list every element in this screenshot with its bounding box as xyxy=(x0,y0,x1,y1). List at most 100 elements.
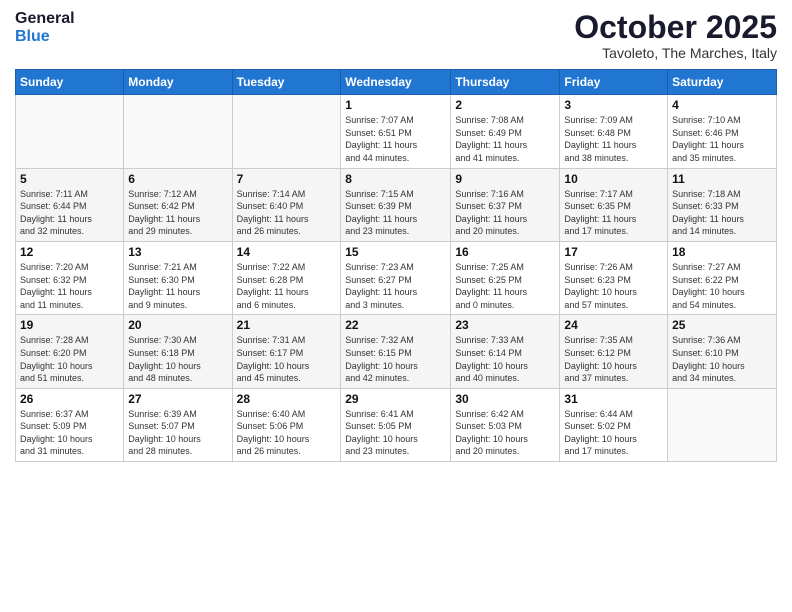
day-number: 14 xyxy=(237,245,337,259)
calendar-cell: 1Sunrise: 7:07 AMSunset: 6:51 PMDaylight… xyxy=(341,95,451,168)
day-info: Sunrise: 7:21 AMSunset: 6:30 PMDaylight:… xyxy=(128,261,227,311)
day-header-thursday: Thursday xyxy=(451,70,560,95)
day-number: 16 xyxy=(455,245,555,259)
day-info: Sunrise: 7:12 AMSunset: 6:42 PMDaylight:… xyxy=(128,188,227,238)
day-info: Sunrise: 7:08 AMSunset: 6:49 PMDaylight:… xyxy=(455,114,555,164)
calendar-cell: 4 Sunrise: 7:10 AMSunset: 6:46 PMDaylight… xyxy=(668,95,777,168)
day-info: Sunrise: 7:14 AMSunset: 6:40 PMDaylight:… xyxy=(237,188,337,238)
day-info: Sunrise: 7:28 AMSunset: 6:20 PMDaylight:… xyxy=(20,334,119,384)
day-info: Sunrise: 7:26 AMSunset: 6:23 PMDaylight:… xyxy=(564,261,663,311)
day-number: 17 xyxy=(564,245,663,259)
calendar-week-row: 5 Sunrise: 7:11 AMSunset: 6:44 PMDaylight… xyxy=(16,168,777,241)
calendar-cell xyxy=(668,388,777,461)
day-number: 13 xyxy=(128,245,227,259)
day-info: Sunrise: 7:20 AMSunset: 6:32 PMDaylight:… xyxy=(20,261,119,311)
day-number: 28 xyxy=(237,392,337,406)
logo: General Blue xyxy=(15,10,75,47)
day-info: Sunrise: 7:27 AMSunset: 6:22 PMDaylight:… xyxy=(672,261,772,311)
day-number: 10 xyxy=(564,172,663,186)
day-number: 6 xyxy=(128,172,227,186)
calendar-cell: 18Sunrise: 7:27 AMSunset: 6:22 PMDayligh… xyxy=(668,241,777,314)
calendar-cell: 22 Sunrise: 7:32 AMSunset: 6:15 PMDayligh… xyxy=(341,315,451,388)
day-number: 3 xyxy=(564,98,663,112)
day-number: 4 xyxy=(672,98,772,112)
day-number: 2 xyxy=(455,98,555,112)
day-info: Sunrise: 6:42 AMSunset: 5:03 PMDaylight:… xyxy=(455,408,555,458)
day-number: 31 xyxy=(564,392,663,406)
day-info: Sunrise: 7:23 AMSunset: 6:27 PMDaylight:… xyxy=(345,261,446,311)
calendar-cell xyxy=(16,95,124,168)
day-number: 23 xyxy=(455,318,555,332)
calendar-week-row: 26Sunrise: 6:37 AMSunset: 5:09 PMDayligh… xyxy=(16,388,777,461)
calendar-cell: 30Sunrise: 6:42 AMSunset: 5:03 PMDayligh… xyxy=(451,388,560,461)
day-header-sunday: Sunday xyxy=(16,70,124,95)
calendar-cell: 11Sunrise: 7:18 AMSunset: 6:33 PMDayligh… xyxy=(668,168,777,241)
calendar-week-row: 1Sunrise: 7:07 AMSunset: 6:51 PMDaylight… xyxy=(16,95,777,168)
calendar-cell xyxy=(232,95,341,168)
calendar-cell: 19 Sunrise: 7:28 AMSunset: 6:20 PMDayligh… xyxy=(16,315,124,388)
day-number: 9 xyxy=(455,172,555,186)
day-info: Sunrise: 6:40 AMSunset: 5:06 PMDaylight:… xyxy=(237,408,337,458)
calendar-cell: 31 Sunrise: 6:44 AMSunset: 5:02 PMDayligh… xyxy=(560,388,668,461)
day-number: 8 xyxy=(345,172,446,186)
header: General Blue October 2025 Tavoleto, The … xyxy=(15,10,777,61)
day-number: 21 xyxy=(237,318,337,332)
calendar-cell: 21Sunrise: 7:31 AMSunset: 6:17 PMDayligh… xyxy=(232,315,341,388)
day-info: Sunrise: 6:41 AMSunset: 5:05 PMDaylight:… xyxy=(345,408,446,458)
day-info: Sunrise: 7:30 AMSunset: 6:18 PMDaylight:… xyxy=(128,334,227,384)
day-info: Sunrise: 7:17 AMSunset: 6:35 PMDaylight:… xyxy=(564,188,663,238)
title-block: October 2025 Tavoleto, The Marches, Ital… xyxy=(574,10,777,61)
day-number: 22 xyxy=(345,318,446,332)
calendar-cell: 25Sunrise: 7:36 AMSunset: 6:10 PMDayligh… xyxy=(668,315,777,388)
day-info: Sunrise: 7:07 AMSunset: 6:51 PMDaylight:… xyxy=(345,114,446,164)
day-info: Sunrise: 7:15 AMSunset: 6:39 PMDaylight:… xyxy=(345,188,446,238)
calendar: SundayMondayTuesdayWednesdayThursdayFrid… xyxy=(15,69,777,462)
calendar-cell: 26Sunrise: 6:37 AMSunset: 5:09 PMDayligh… xyxy=(16,388,124,461)
calendar-cell: 17 Sunrise: 7:26 AMSunset: 6:23 PMDayligh… xyxy=(560,241,668,314)
day-info: Sunrise: 6:39 AMSunset: 5:07 PMDaylight:… xyxy=(128,408,227,458)
calendar-cell: 24 Sunrise: 7:35 AMSunset: 6:12 PMDayligh… xyxy=(560,315,668,388)
day-number: 11 xyxy=(672,172,772,186)
day-number: 29 xyxy=(345,392,446,406)
day-info: Sunrise: 7:22 AMSunset: 6:28 PMDaylight:… xyxy=(237,261,337,311)
month-title: October 2025 xyxy=(574,10,777,45)
calendar-cell: 2 Sunrise: 7:08 AMSunset: 6:49 PMDaylight… xyxy=(451,95,560,168)
day-number: 24 xyxy=(564,318,663,332)
calendar-cell: 3 Sunrise: 7:09 AMSunset: 6:48 PMDaylight… xyxy=(560,95,668,168)
day-info: Sunrise: 7:09 AMSunset: 6:48 PMDaylight:… xyxy=(564,114,663,164)
day-number: 15 xyxy=(345,245,446,259)
calendar-cell: 20 Sunrise: 7:30 AMSunset: 6:18 PMDayligh… xyxy=(124,315,232,388)
calendar-week-row: 12 Sunrise: 7:20 AMSunset: 6:32 PMDayligh… xyxy=(16,241,777,314)
day-info: Sunrise: 7:35 AMSunset: 6:12 PMDaylight:… xyxy=(564,334,663,384)
calendar-week-row: 19 Sunrise: 7:28 AMSunset: 6:20 PMDayligh… xyxy=(16,315,777,388)
calendar-cell: 15 Sunrise: 7:23 AMSunset: 6:27 PMDayligh… xyxy=(341,241,451,314)
calendar-cell: 16 Sunrise: 7:25 AMSunset: 6:25 PMDayligh… xyxy=(451,241,560,314)
day-header-monday: Monday xyxy=(124,70,232,95)
day-info: Sunrise: 7:16 AMSunset: 6:37 PMDaylight:… xyxy=(455,188,555,238)
day-header-friday: Friday xyxy=(560,70,668,95)
calendar-cell: 14 Sunrise: 7:22 AMSunset: 6:28 PMDayligh… xyxy=(232,241,341,314)
calendar-cell: 7Sunrise: 7:14 AMSunset: 6:40 PMDaylight… xyxy=(232,168,341,241)
calendar-cell: 29 Sunrise: 6:41 AMSunset: 5:05 PMDayligh… xyxy=(341,388,451,461)
day-header-saturday: Saturday xyxy=(668,70,777,95)
calendar-header-row: SundayMondayTuesdayWednesdayThursdayFrid… xyxy=(16,70,777,95)
calendar-cell: 5 Sunrise: 7:11 AMSunset: 6:44 PMDaylight… xyxy=(16,168,124,241)
day-info: Sunrise: 6:37 AMSunset: 5:09 PMDaylight:… xyxy=(20,408,119,458)
calendar-cell: 12 Sunrise: 7:20 AMSunset: 6:32 PMDayligh… xyxy=(16,241,124,314)
day-info: Sunrise: 7:25 AMSunset: 6:25 PMDaylight:… xyxy=(455,261,555,311)
calendar-cell: 23Sunrise: 7:33 AMSunset: 6:14 PMDayligh… xyxy=(451,315,560,388)
day-info: Sunrise: 7:10 AMSunset: 6:46 PMDaylight:… xyxy=(672,114,772,164)
day-info: Sunrise: 7:32 AMSunset: 6:15 PMDaylight:… xyxy=(345,334,446,384)
calendar-cell: 28 Sunrise: 6:40 AMSunset: 5:06 PMDayligh… xyxy=(232,388,341,461)
calendar-cell: 6 Sunrise: 7:12 AMSunset: 6:42 PMDaylight… xyxy=(124,168,232,241)
logo-name-text: General Blue xyxy=(15,10,75,47)
page: General Blue October 2025 Tavoleto, The … xyxy=(0,0,792,612)
day-number: 5 xyxy=(20,172,119,186)
day-number: 19 xyxy=(20,318,119,332)
day-number: 20 xyxy=(128,318,227,332)
day-info: Sunrise: 6:44 AMSunset: 5:02 PMDaylight:… xyxy=(564,408,663,458)
location-subtitle: Tavoleto, The Marches, Italy xyxy=(574,45,777,61)
day-info: Sunrise: 7:36 AMSunset: 6:10 PMDaylight:… xyxy=(672,334,772,384)
day-info: Sunrise: 7:11 AMSunset: 6:44 PMDaylight:… xyxy=(20,188,119,238)
day-number: 12 xyxy=(20,245,119,259)
